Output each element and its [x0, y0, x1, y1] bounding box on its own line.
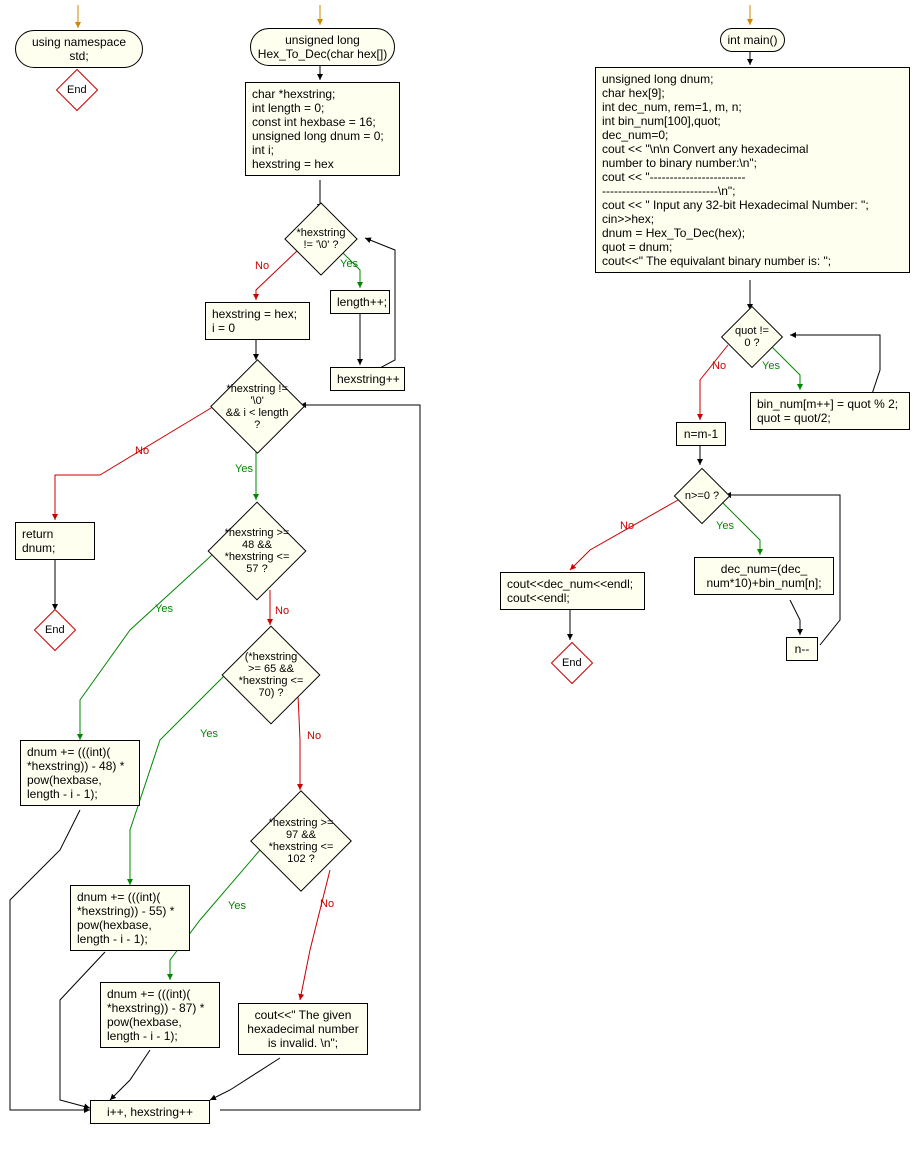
fc2-return-process: return dnum;	[15, 522, 95, 560]
no-label: No	[255, 260, 269, 272]
no-label: No	[307, 730, 321, 742]
fc1-start-terminal: using namespace std;	[15, 30, 143, 68]
fc2-reset-process: hexstring = hex; i = 0	[205, 302, 310, 340]
fc2-inc-process: i++, hexstring++	[90, 1100, 210, 1124]
fc3-dec-process: dec_num=(dec_ num*10)+bin_num[n];	[694, 557, 834, 595]
fc3-init-process: unsigned long dnum; char hex[9]; int dec…	[595, 67, 910, 273]
no-label: No	[320, 898, 334, 910]
fc3-cond1-decision: quot != 0 ?	[721, 306, 783, 368]
fc2-lengthpp-process: length++;	[330, 290, 390, 314]
no-label: No	[712, 360, 726, 372]
yes-label: Yes	[762, 360, 780, 372]
fc3-cond2-decision: n>=0 ?	[674, 468, 731, 525]
end-label: End	[67, 84, 87, 96]
no-label: No	[275, 605, 289, 617]
fc2-calc3-process: dnum += (((int)( *hexstring)) - 87) * po…	[100, 982, 220, 1048]
yes-label: Yes	[716, 520, 734, 532]
no-label: No	[620, 520, 634, 532]
fc3-start-terminal: int main()	[720, 28, 785, 52]
fc2-cond4-decision: (*hexstring >= 65 && *hexstring <= 70) ?	[222, 626, 321, 725]
end-label: End	[45, 624, 65, 636]
yes-label: Yes	[228, 900, 246, 912]
fc2-calc2-process: dnum += (((int)( *hexstring)) - 55) * po…	[70, 885, 190, 951]
end-label: End	[562, 657, 582, 669]
fc2-hexstringpp-process: hexstring++	[330, 367, 405, 391]
yes-label: Yes	[235, 463, 253, 475]
fc3-ndec-process: n--	[786, 637, 818, 661]
fc2-cond3-decision: *hexstring >= 48 && *hexstring <= 57 ?	[208, 502, 307, 601]
fc2-init-process: char *hexstring; int length = 0; const i…	[245, 82, 400, 176]
fc3-nset-process: n=m-1	[676, 422, 726, 446]
fc3-end-icon: End	[551, 642, 593, 684]
fc2-cond5-decision: *hexstring >= 97 && *hexstring <= 102 ?	[250, 790, 352, 892]
fc3-bin-process: bin_num[m++] = quot % 2; quot = quot/2;	[750, 392, 910, 430]
fc2-start-terminal: unsigned long Hex_To_Dec(char hex[])	[250, 28, 395, 66]
fc2-cond2-decision: *hexstring != '\0' && i < length ?	[210, 359, 305, 454]
no-label: No	[135, 445, 149, 457]
fc2-end-icon: End	[34, 609, 76, 651]
fc3-out-process: cout<<dec_num<<endl; cout<<endl;	[500, 572, 645, 610]
fc2-calc1-process: dnum += (((int)( *hexstring)) - 48) * po…	[20, 740, 140, 806]
yes-label: Yes	[155, 603, 173, 615]
fc1-end-icon: End	[56, 69, 98, 111]
fc2-invalid-process: cout<<" The given hexadecimal number is …	[238, 1003, 368, 1055]
yes-label: Yes	[340, 258, 358, 270]
yes-label: Yes	[200, 728, 218, 740]
